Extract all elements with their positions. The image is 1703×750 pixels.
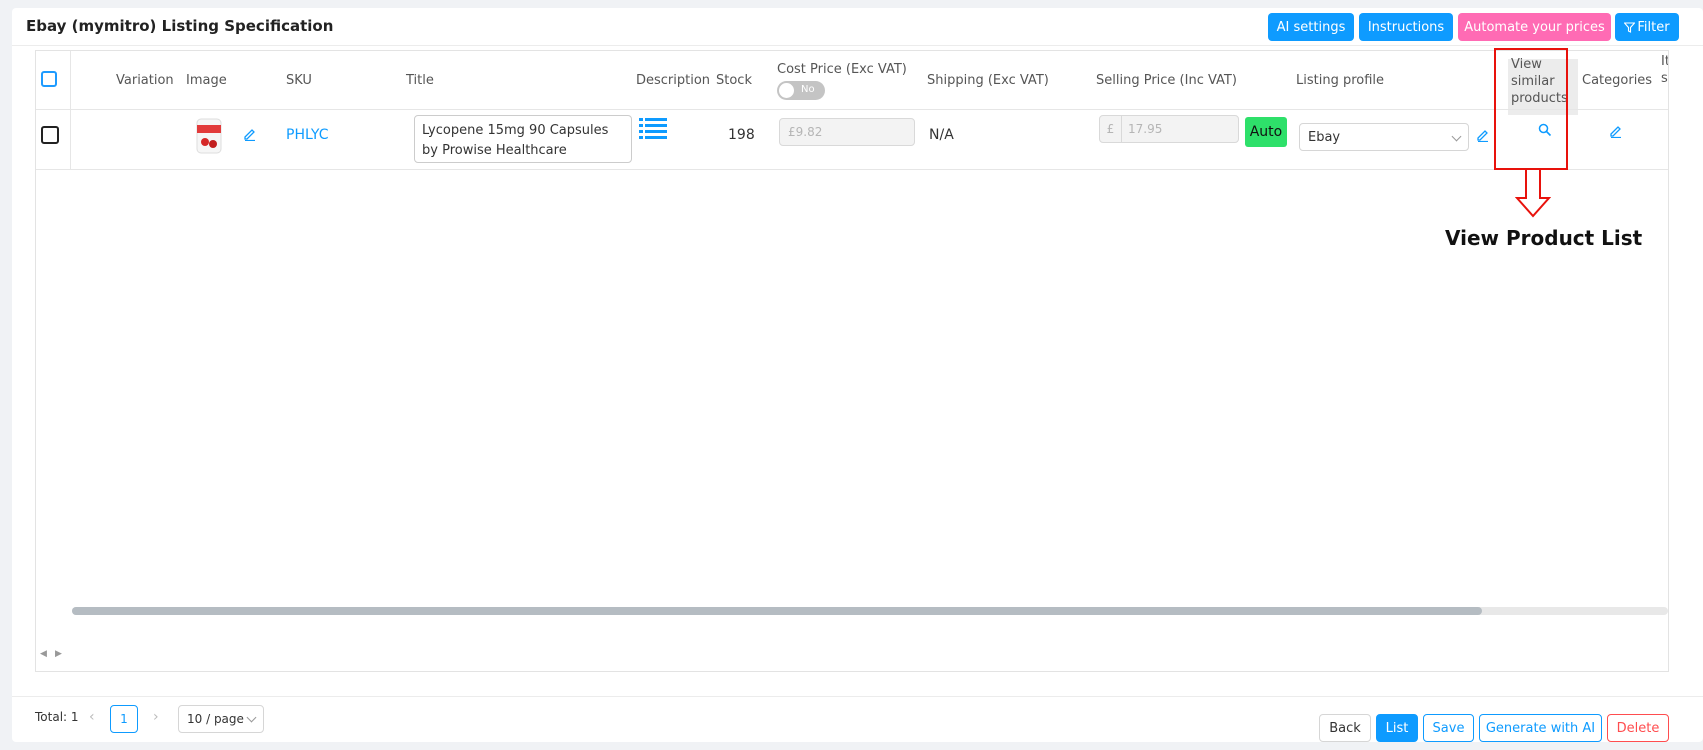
instructions-button[interactable]: Instructions: [1359, 13, 1453, 41]
cost-price-input[interactable]: £9.82: [779, 118, 915, 146]
column-sku: SKU: [286, 72, 312, 88]
column-listing-profile: Listing profile: [1296, 72, 1385, 88]
column-variation: Variation: [116, 72, 174, 88]
shipping-value: N/A: [929, 127, 954, 143]
column-image: Image: [186, 72, 227, 88]
checkbox-column-divider: [70, 51, 71, 169]
auto-price-button[interactable]: Auto: [1245, 117, 1287, 147]
filter-label: Filter: [1637, 19, 1670, 35]
currency-prefix: £: [1100, 116, 1122, 142]
column-item-specifics: Item specifics: [1661, 54, 1668, 86]
description-list-icon[interactable]: [639, 117, 667, 139]
title-textarea[interactable]: Lycopene 15mg 90 Capsules by Prowise Hea…: [414, 115, 632, 163]
product-thumbnail: [196, 118, 222, 154]
scrollbar-thumb[interactable]: [72, 607, 1482, 615]
page-1-button[interactable]: 1: [110, 705, 138, 733]
page-title: Ebay (mymitro) Listing Specification: [26, 17, 334, 35]
column-title: Title: [406, 72, 434, 88]
column-description: Description: [636, 72, 711, 88]
next-page-icon[interactable]: ›: [153, 709, 159, 725]
footer-divider: [12, 696, 1703, 697]
horizontal-scrollbar[interactable]: [72, 607, 1668, 615]
total-count: Total: 1: [35, 710, 79, 724]
filter-button[interactable]: Filter: [1615, 13, 1679, 41]
edit-image-icon[interactable]: [243, 127, 257, 141]
selling-price-input[interactable]: £ 17.95: [1099, 115, 1239, 143]
filter-icon: [1624, 21, 1636, 33]
chevron-down-icon: [246, 712, 257, 723]
ai-settings-button[interactable]: AI settings: [1268, 13, 1354, 41]
save-button[interactable]: Save: [1423, 714, 1474, 742]
stock-value: 198: [728, 127, 755, 143]
toggle-label: No: [801, 84, 815, 95]
select-all-checkbox[interactable]: [41, 71, 57, 87]
delete-button[interactable]: Delete: [1607, 714, 1669, 742]
listing-profile-select[interactable]: Ebay: [1299, 123, 1469, 151]
column-cost-price: Cost Price (Exc VAT): [777, 61, 907, 77]
listing-table: Variation Image SKU Title Description St…: [35, 50, 1669, 672]
header-row-divider: [36, 109, 1668, 110]
row-checkbox[interactable]: [41, 126, 59, 144]
highlight-box: [1494, 48, 1568, 170]
column-shipping: Shipping (Exc VAT): [927, 72, 1049, 88]
selling-price-value: 17.95: [1128, 122, 1163, 136]
row-divider: [36, 169, 1668, 170]
edit-listing-profile-icon[interactable]: [1476, 128, 1490, 142]
down-arrow-icon: [1515, 170, 1551, 218]
sku-link[interactable]: PHLYC: [286, 127, 328, 143]
panel-header: Ebay (mymitro) Listing Specification AI …: [12, 8, 1703, 46]
list-button[interactable]: List: [1376, 714, 1418, 742]
listing-panel: Ebay (mymitro) Listing Specification AI …: [12, 8, 1703, 742]
edit-categories-icon[interactable]: [1609, 124, 1623, 138]
cost-price-vat-toggle[interactable]: No: [777, 81, 825, 100]
column-categories: Categories: [1582, 72, 1653, 88]
page-size-value: 10 / page: [187, 712, 244, 726]
page-size-select[interactable]: 10 / page: [178, 705, 264, 733]
scroll-right-icon[interactable]: ▶: [55, 649, 62, 659]
prev-page-icon[interactable]: ‹: [89, 709, 95, 725]
listing-profile-value: Ebay: [1308, 130, 1341, 145]
column-selling-price: Selling Price (Inc VAT): [1096, 72, 1237, 88]
annotation-callout: View Product List: [1445, 226, 1643, 250]
column-stock: Stock: [716, 72, 752, 88]
back-button[interactable]: Back: [1319, 714, 1371, 742]
chevron-down-icon: [1451, 131, 1462, 142]
toggle-knob: [779, 83, 794, 98]
generate-with-ai-button[interactable]: Generate with AI: [1479, 714, 1602, 742]
automate-prices-button[interactable]: Automate your prices: [1458, 13, 1611, 41]
scroll-left-icon[interactable]: ◀: [40, 649, 47, 659]
